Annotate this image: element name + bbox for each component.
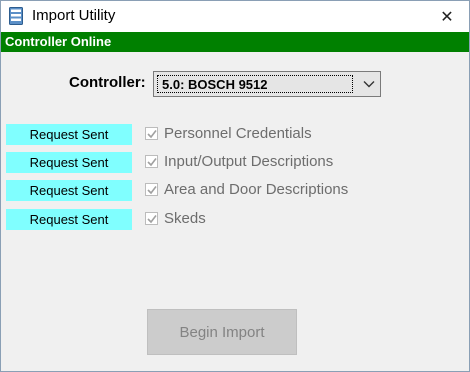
label-personnel-credentials: Personnel Credentials — [164, 125, 312, 142]
controller-dropdown-focus: 5.0: BOSCH 9512 — [157, 75, 353, 93]
import-utility-window: Import Utility ✕ Controller Online Contr… — [0, 0, 470, 372]
label-area-door-descriptions: Area and Door Descriptions — [164, 181, 349, 198]
status-badge-area-door: Request Sent — [6, 180, 132, 201]
checkbox-io-descriptions[interactable] — [145, 155, 158, 168]
label-io-descriptions: Input/Output Descriptions — [164, 153, 334, 170]
chevron-down-icon — [363, 81, 375, 88]
begin-import-button[interactable]: Begin Import — [147, 309, 297, 355]
controller-dropdown[interactable]: 5.0: BOSCH 9512 — [153, 71, 381, 97]
checkbox-personnel-credentials[interactable] — [145, 127, 158, 140]
label-skeds: Skeds — [164, 210, 206, 227]
close-button[interactable]: ✕ — [425, 1, 469, 32]
window-title: Import Utility — [32, 7, 116, 24]
status-bar: Controller Online — [1, 32, 469, 52]
checkmark-icon — [147, 130, 157, 139]
status-badge-personnel: Request Sent — [6, 124, 132, 145]
database-icon — [9, 7, 23, 25]
checkmark-icon — [147, 215, 157, 224]
status-badge-io: Request Sent — [6, 152, 132, 173]
controller-selected-value: 5.0: BOSCH 9512 — [162, 77, 268, 92]
checkmark-icon — [147, 158, 157, 167]
checkmark-icon — [147, 186, 157, 195]
title-bar: Import Utility ✕ — [1, 1, 469, 32]
close-icon: ✕ — [440, 8, 454, 26]
status-badge-skeds: Request Sent — [6, 209, 132, 230]
connection-status: Controller Online — [5, 34, 112, 49]
checkbox-skeds[interactable] — [145, 212, 158, 225]
controller-label: Controller: — [69, 74, 146, 91]
checkbox-area-door-descriptions[interactable] — [145, 183, 158, 196]
